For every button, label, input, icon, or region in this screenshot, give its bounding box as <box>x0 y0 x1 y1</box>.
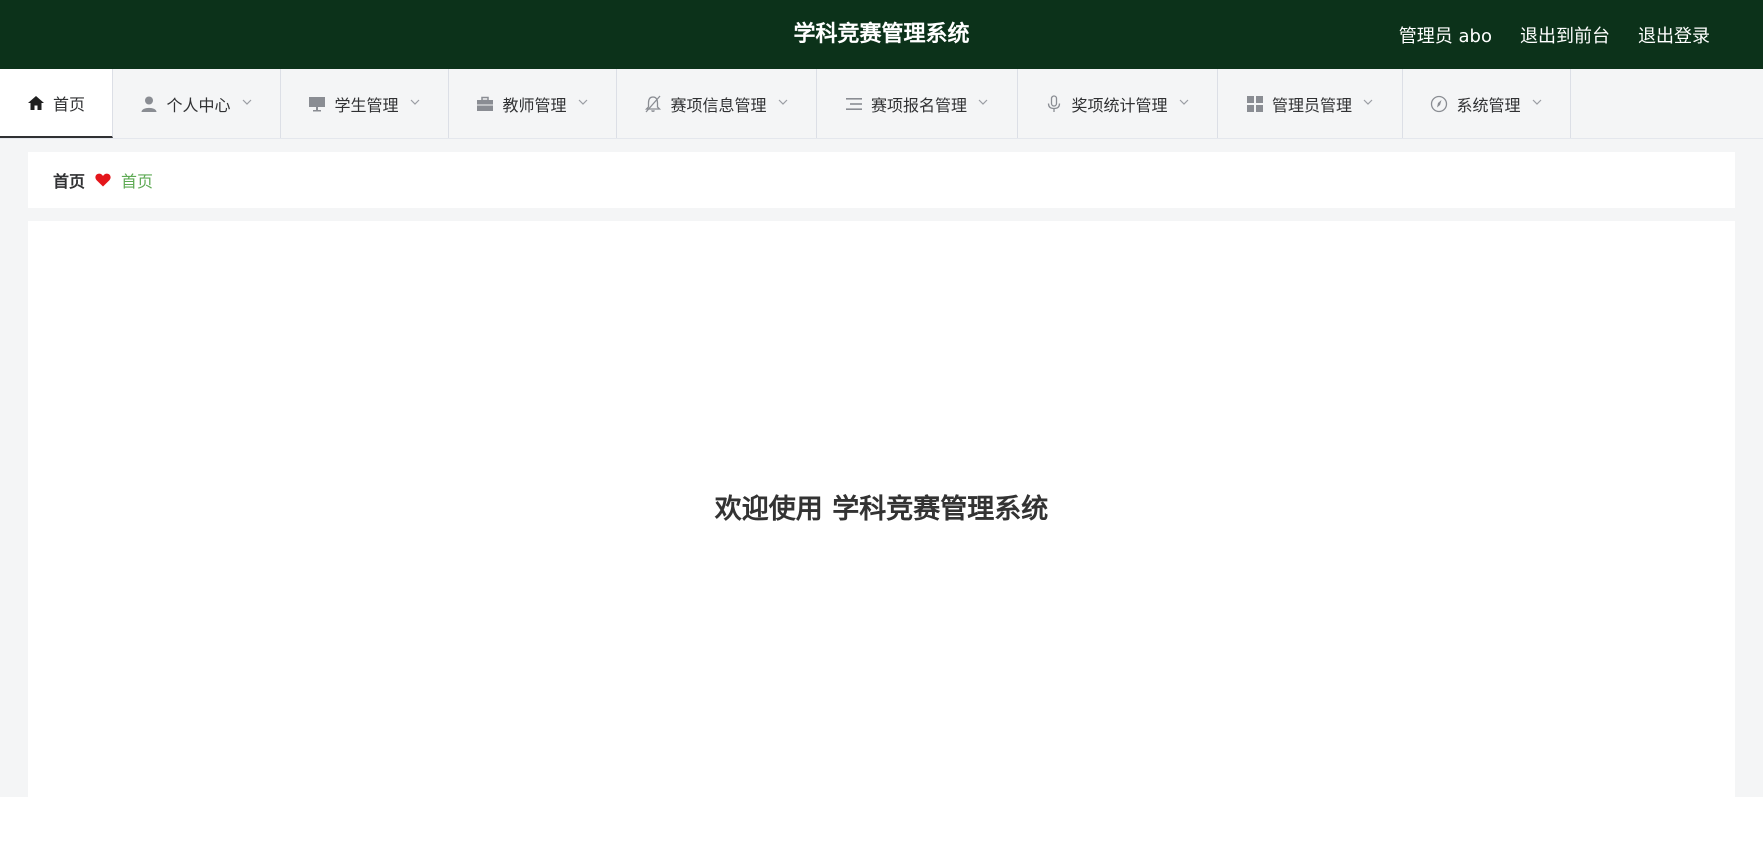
chevron-down-icon <box>409 96 421 108</box>
chevron-down-icon <box>977 96 989 108</box>
nav-item-label: 系统管理 <box>1456 95 1521 115</box>
exit-to-front-link[interactable]: 退出到前台 <box>1520 22 1610 48</box>
chevron-down-icon <box>1531 96 1543 108</box>
microphone-icon <box>1045 94 1063 113</box>
nav-item-profile[interactable]: 个人中心 <box>113 69 281 138</box>
top-header: 学科竞赛管理系统 管理员 abo 退出到前台 退出登录 <box>0 0 1763 69</box>
current-user-label: 管理员 abo <box>1398 25 1492 47</box>
nav-item-label: 教师管理 <box>502 95 567 115</box>
nav-item-label: 赛项信息管理 <box>670 95 767 115</box>
nav-item-label: 赛项报名管理 <box>870 95 967 115</box>
nav-item-system[interactable]: 系统管理 <box>1403 69 1571 138</box>
breadcrumb: 首页 首页 <box>28 152 1735 208</box>
chevron-down-icon <box>241 96 253 108</box>
nav-item-students[interactable]: 学生管理 <box>281 69 449 138</box>
chevron-down-icon <box>1362 96 1374 108</box>
header-actions: 管理员 abo 退出到前台 退出登录 <box>1399 0 1710 69</box>
chevron-down-icon <box>1178 96 1190 108</box>
briefcase-icon <box>476 95 494 113</box>
main-content: 欢迎使用 学科竞赛管理系统 <box>28 221 1735 797</box>
breadcrumb-home[interactable]: 首页 <box>53 168 85 192</box>
nav-item-awards[interactable]: 奖项统计管理 <box>1018 69 1218 138</box>
nav-item-label: 管理员管理 <box>1271 95 1352 115</box>
nav-item-label: 奖项统计管理 <box>1071 95 1168 115</box>
home-icon <box>27 94 45 112</box>
nav-item-registration[interactable]: 赛项报名管理 <box>817 69 1018 138</box>
breadcrumb-current: 首页 <box>121 172 154 191</box>
nav-item-label: 学生管理 <box>334 95 399 115</box>
page: 学科竞赛管理系统 管理员 abo 退出到前台 退出登录 首页 个人中心 学生管理… <box>0 0 1763 797</box>
nav-item-competition-info[interactable]: 赛项信息管理 <box>617 69 817 138</box>
monitor-icon <box>308 95 326 113</box>
chevron-down-icon <box>777 96 789 108</box>
nav-item-teachers[interactable]: 教师管理 <box>449 69 617 138</box>
list-icon <box>845 95 863 113</box>
bell-off-icon <box>644 95 662 113</box>
heart-icon <box>95 173 111 187</box>
chevron-down-icon <box>577 96 589 108</box>
nav-item-label: 首页 <box>52 94 85 114</box>
nav-item-admins[interactable]: 管理员管理 <box>1218 69 1403 138</box>
user-icon <box>140 95 158 113</box>
nav-item-label: 个人中心 <box>166 95 231 115</box>
main-nav: 首页 个人中心 学生管理 教师管理 赛项信息管理 赛项报名管理 奖项统计管理 管… <box>0 69 1763 139</box>
nav-item-home[interactable]: 首页 <box>0 69 113 138</box>
grid-icon <box>1246 95 1264 113</box>
welcome-message: 欢迎使用 学科竞赛管理系统 <box>714 494 1049 525</box>
logout-link[interactable]: 退出登录 <box>1638 22 1710 48</box>
compass-icon <box>1430 95 1448 113</box>
